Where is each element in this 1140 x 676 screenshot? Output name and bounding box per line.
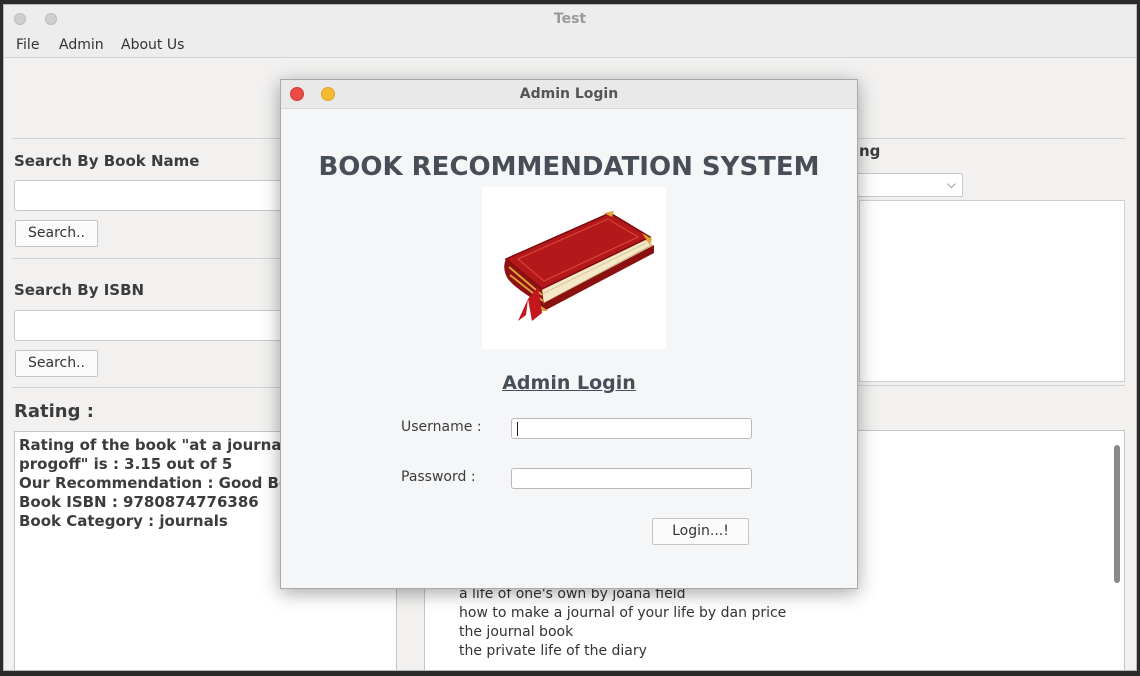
search-isbn-label: Search By ISBN	[14, 281, 145, 299]
menu-file[interactable]: File	[16, 37, 39, 53]
search-name-label: Search By Book Name	[14, 152, 200, 170]
list-item: the private life of the diary	[459, 643, 647, 659]
dialog-titlebar: Admin Login	[281, 80, 857, 109]
book-name-input[interactable]	[14, 180, 289, 211]
category-dropdown[interactable]: ⌵	[857, 173, 963, 197]
username-label: Username :	[401, 419, 482, 435]
login-button[interactable]: Login...!	[652, 518, 749, 545]
book-image	[482, 187, 666, 349]
username-input[interactable]	[511, 418, 752, 439]
recommendation-scrollbar[interactable]	[1114, 445, 1120, 583]
admin-login-dialog: Admin Login BOOK RECOMMENDATION SYSTEM A…	[280, 79, 858, 589]
search-isbn-button[interactable]: Search..	[15, 350, 98, 377]
separator	[12, 387, 288, 388]
menu-bar: File Admin About Us	[4, 35, 1136, 58]
window-title: Test	[553, 11, 587, 27]
text-caret	[517, 422, 518, 436]
main-titlebar: Test	[4, 5, 1136, 35]
menu-about-us[interactable]: About Us	[121, 37, 184, 53]
isbn-input[interactable]	[14, 310, 289, 341]
list-item: how to make a journal of your life by da…	[459, 605, 787, 621]
chevron-down-icon: ⌵	[946, 177, 956, 191]
menu-admin[interactable]: Admin	[59, 37, 104, 53]
dialog-title: Admin Login	[519, 86, 619, 102]
rating-title: Rating :	[14, 401, 94, 422]
search-name-button[interactable]: Search..	[15, 220, 98, 247]
login-heading: Admin Login	[502, 372, 636, 394]
separator	[857, 385, 1125, 386]
right-section-label: ng	[859, 142, 881, 160]
separator	[857, 138, 1125, 139]
book-icon	[504, 211, 654, 321]
list-item: the journal book	[459, 624, 574, 640]
separator	[12, 138, 288, 139]
password-input[interactable]	[511, 468, 752, 489]
right-results-area	[859, 200, 1125, 382]
separator	[12, 258, 288, 259]
app-heading: BOOK RECOMMENDATION SYSTEM	[318, 152, 820, 182]
password-label: Password :	[401, 469, 476, 485]
